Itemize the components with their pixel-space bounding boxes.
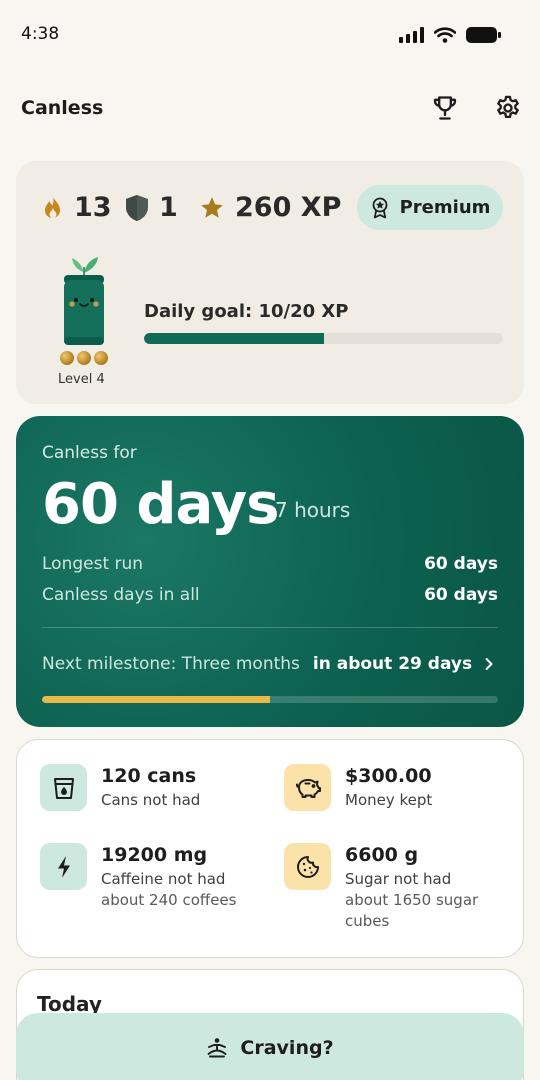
gear-icon [497,95,519,119]
streak-hours: 7 hours [275,498,351,522]
shield-stat: 1 [125,192,178,223]
streak-eyebrow: Canless for [42,443,137,463]
saving-label: Caffeine not had [101,870,226,888]
trophy-button[interactable] [429,92,461,124]
saving-icon-bg [284,843,331,890]
saving-text: 6600 g Sugar not had about 1650 sugar cu… [345,843,505,932]
shield-icon [126,194,148,221]
craving-button[interactable]: Craving? [16,1013,524,1080]
craving-label: Craving? [240,1037,334,1059]
saving-icon-bg [40,764,87,811]
milestone-label: Next milestone: Three months [42,654,300,674]
cookie-icon [296,855,319,878]
milestone-progress [42,696,498,703]
saving-item-caffeine: 19200 mg Caffeine not had about 240 coff… [40,843,236,911]
status-bar: 4:38 [0,0,540,70]
saving-sub: about 240 coffees [101,891,237,909]
streak-count: 13 [74,192,112,223]
level-dots [60,351,108,365]
wifi-icon [434,27,456,43]
saving-value: 19200 mg [101,844,208,866]
daily-goal-progress [144,333,503,344]
total-days-row: Canless days in all 60 days [42,585,498,605]
badge-icon [372,197,388,218]
trophy-icon [433,96,457,120]
premium-button[interactable]: Premium [357,185,503,230]
longest-run-row: Longest run 60 days [42,554,498,574]
saving-text: $300.00 Money kept [345,764,432,811]
total-days-label: Canless days in all [42,585,200,605]
xp-stat: 260 XP [199,192,341,223]
shield-count: 1 [159,192,178,223]
daily-goal-label: Daily goal: 10/20 XP [144,301,349,322]
streak-card: Canless for 60 days 7 hours Longest run … [16,416,524,727]
level-label: Level 4 [58,372,105,387]
streak-stat: 13 [42,192,112,223]
premium-label: Premium [399,197,491,218]
saving-icon-bg [284,764,331,811]
saving-label: Money kept [345,791,433,809]
flame-icon [45,195,60,218]
status-time: 4:38 [21,24,60,44]
app-title: Canless [21,97,104,119]
saving-item-money: $300.00 Money kept [284,764,432,811]
cellular-signal-icon [399,27,424,43]
meditation-icon [207,1038,227,1058]
cup-icon [53,777,74,799]
battery-icon [466,27,501,43]
longest-run-label: Longest run [42,554,144,574]
saving-value: $300.00 [345,765,432,787]
saving-item-cans: 120 cans Cans not had [40,764,200,811]
saving-icon-bg [40,843,87,890]
saving-label: Cans not had [101,791,201,809]
next-milestone-link[interactable]: Next milestone: Three months in about 29… [42,654,498,674]
status-icons [399,26,502,44]
milestone-eta: in about 29 days [312,654,473,674]
saving-item-sugar: 6600 g Sugar not had about 1650 sugar cu… [284,843,505,932]
daily-goal-fill [144,333,324,344]
chevron-right-icon [484,657,494,671]
lightning-icon [57,855,70,878]
settings-button[interactable] [492,92,524,124]
saving-value: 120 cans [101,765,197,787]
saving-sub: about 1650 sugar cubes [345,891,479,930]
star-icon [201,196,223,218]
milestone-fill [42,696,270,703]
xp-value: 260 XP [235,192,342,223]
screen: 4:38 Canless 13 1 260 XP Premium Level 4… [0,0,540,1080]
piggy-bank-icon [295,778,321,798]
saving-label: Sugar not had [345,870,452,888]
saving-value: 6600 g [345,844,419,866]
streak-divider [42,627,498,628]
longest-run-value: 60 days [424,554,498,574]
saving-text: 120 cans Cans not had [101,764,200,811]
savings-card: 120 cans Cans not had $300.00 Money kept [16,739,524,958]
total-days-value: 60 days [424,585,498,605]
stats-card: 13 1 260 XP Premium Level 4 Daily goal: … [16,161,524,404]
streak-days: 60 days [42,472,279,537]
saving-text: 19200 mg Caffeine not had about 240 coff… [101,843,236,911]
